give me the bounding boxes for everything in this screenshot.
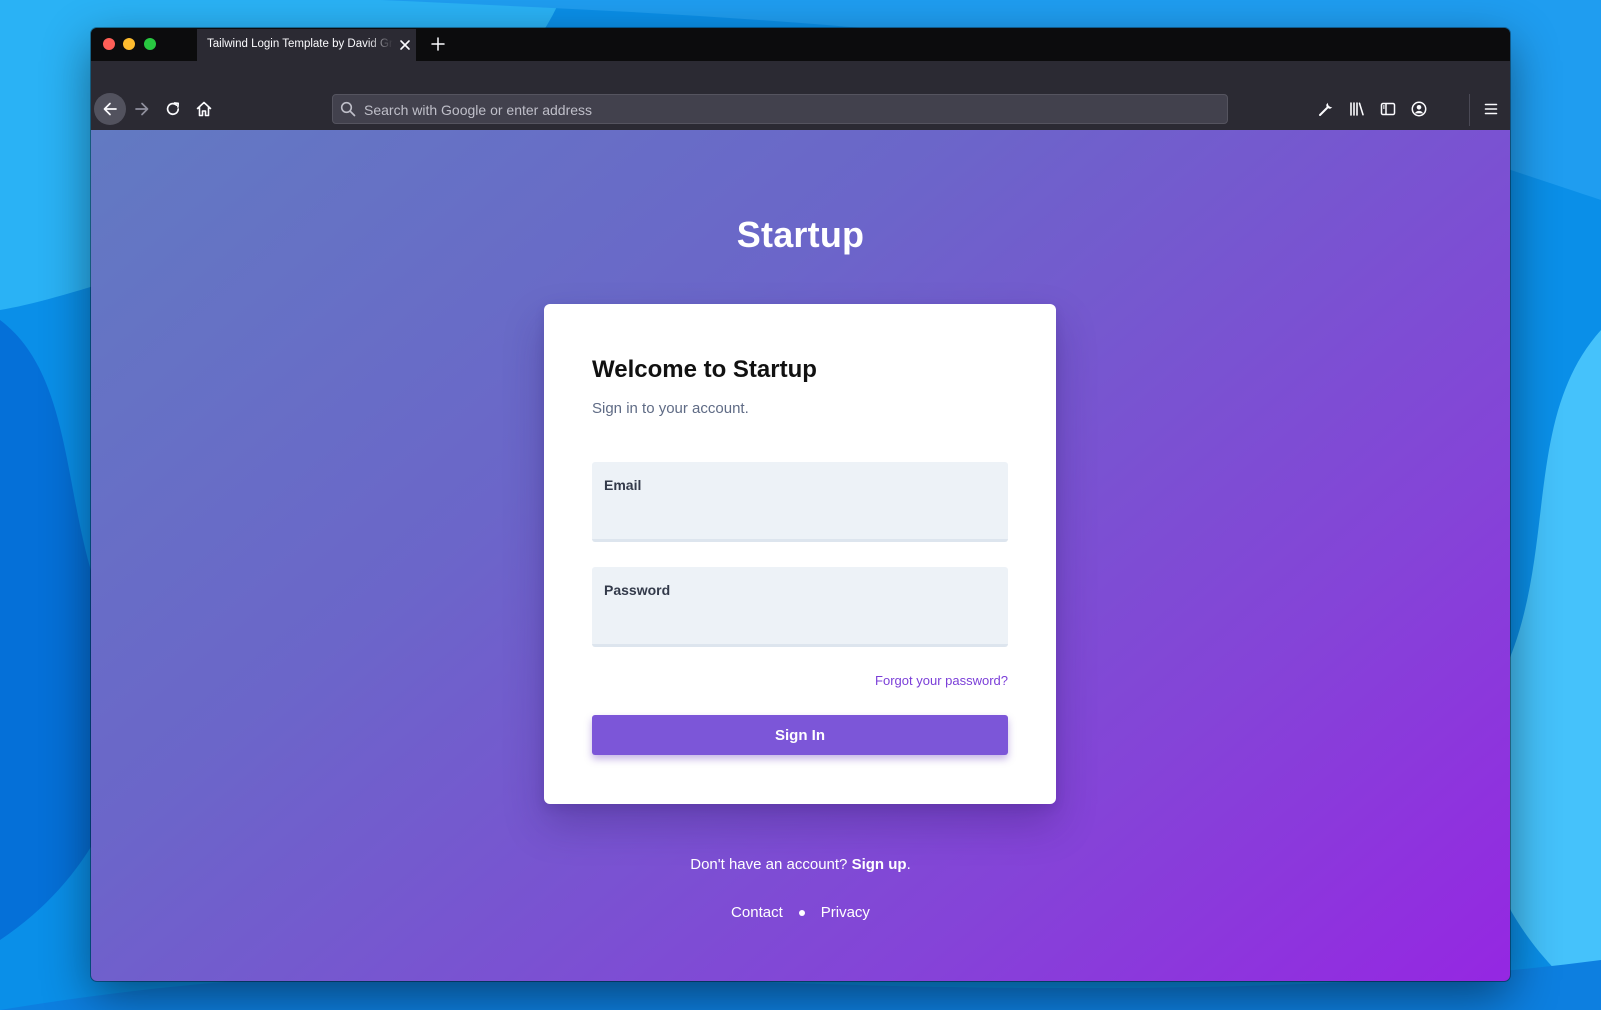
window-minimize-button[interactable] [123, 38, 135, 50]
email-input[interactable] [604, 502, 994, 526]
signup-prompt-line: Don't have an account? Sign up. [91, 856, 1510, 873]
forward-button[interactable] [126, 93, 158, 125]
password-input[interactable] [604, 607, 994, 631]
tab-active[interactable]: Tailwind Login Template by David Grzyb [197, 29, 416, 61]
window-close-button[interactable] [103, 38, 115, 50]
email-field[interactable]: Email [592, 462, 1008, 542]
library-button[interactable] [1341, 93, 1373, 125]
privacy-link[interactable]: Privacy [821, 904, 870, 921]
tab-bar: Tailwind Login Template by David Grzyb [91, 28, 1510, 61]
password-label: Password [604, 582, 671, 598]
forward-arrow-icon [135, 102, 149, 116]
reload-button[interactable] [157, 93, 189, 125]
email-label: Email [604, 477, 642, 493]
home-icon [196, 101, 212, 117]
account-button[interactable] [1403, 93, 1435, 125]
back-arrow-icon [103, 102, 117, 116]
toolbar-separator [1469, 94, 1470, 126]
sign-up-link[interactable]: Sign up [852, 856, 907, 873]
address-bar[interactable]: Search with Google or enter address [332, 94, 1228, 124]
footer-separator-dot [798, 909, 805, 916]
search-icon [340, 101, 356, 117]
login-card: Welcome to Startup Sign in to your accou… [544, 304, 1056, 804]
brand-title: Startup [736, 214, 865, 255]
window-maximize-button[interactable] [144, 38, 156, 50]
library-icon [1350, 102, 1364, 116]
forgot-password-link[interactable]: Forgot your password? [875, 673, 1008, 688]
back-button[interactable] [94, 93, 126, 125]
footer-links: Contact Privacy [91, 904, 1510, 921]
home-button[interactable] [188, 93, 220, 125]
sign-in-button[interactable]: Sign In [592, 715, 1008, 755]
reload-icon [166, 102, 180, 115]
plus-icon[interactable] [430, 36, 446, 52]
contact-link[interactable]: Contact [731, 904, 783, 921]
wrench-icon [1319, 102, 1333, 116]
browser-window: Tailwind Login Template by David Grzyb S… [91, 28, 1510, 981]
signup-period: . [906, 856, 911, 873]
address-placeholder: Search with Google or enter address [364, 102, 593, 118]
card-subtitle: Sign in to your account. [592, 400, 749, 417]
menu-button[interactable] [1475, 93, 1507, 125]
close-icon[interactable] [399, 39, 411, 51]
account-icon [1411, 101, 1427, 117]
sidebar-button[interactable] [1372, 93, 1404, 125]
hamburger-menu-icon [1484, 103, 1498, 115]
page-content: Startup Welcome to Startup Sign in to yo… [91, 130, 1510, 981]
sidebar-icon [1380, 102, 1396, 116]
password-field[interactable]: Password [592, 567, 1008, 647]
tools-button[interactable] [1310, 93, 1342, 125]
signup-prompt: Don't have an account? [690, 856, 848, 873]
card-title: Welcome to Startup [592, 356, 817, 383]
tab-title: Tailwind Login Template by David Grzyb [207, 38, 393, 50]
